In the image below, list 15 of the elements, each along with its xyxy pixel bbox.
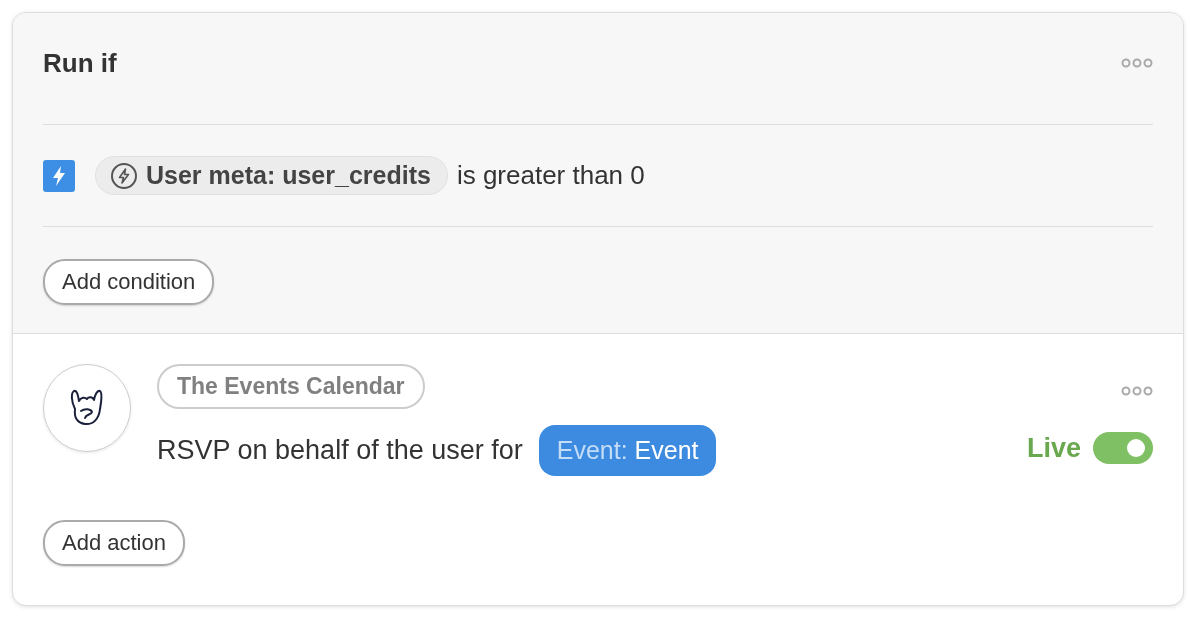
more-icon[interactable] — [1121, 57, 1153, 68]
lightning-icon — [43, 159, 75, 192]
add-condition-button[interactable]: Add condition — [43, 259, 215, 305]
status-label: Live — [1026, 432, 1081, 464]
condition-operator: is greater than 0 — [456, 160, 645, 191]
live-toggle[interactable] — [1093, 432, 1153, 464]
section-title: Run if — [43, 48, 117, 79]
add-action-button[interactable]: Add action — [43, 520, 185, 566]
condition-token[interactable]: User meta: user_credits — [95, 156, 448, 195]
integration-tag: The Events Calendar — [157, 364, 425, 409]
token-label: User meta: user_credits — [146, 161, 431, 190]
more-icon[interactable] — [1121, 386, 1153, 396]
event-token[interactable]: Event: Event — [538, 425, 717, 476]
lightning-icon — [110, 161, 138, 190]
action-description: RSVP on behalf of the user for — [157, 435, 523, 466]
